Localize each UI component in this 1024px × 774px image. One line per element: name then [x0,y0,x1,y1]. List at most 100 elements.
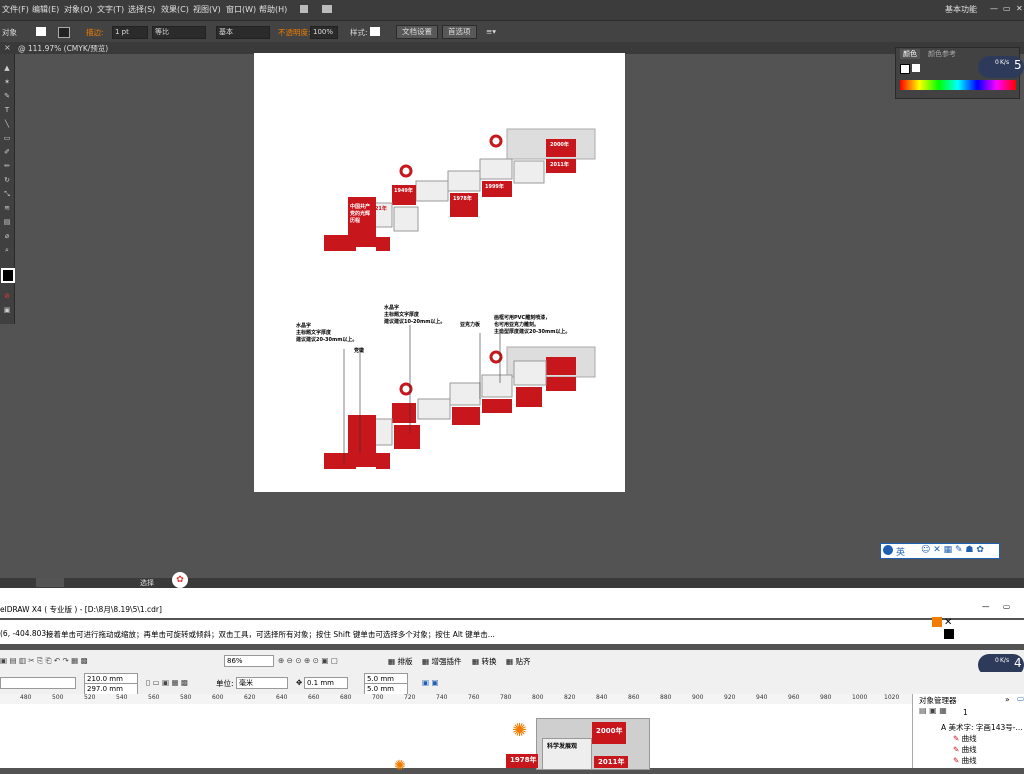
ime-logo-icon[interactable] [883,545,893,555]
zoom-level-field[interactable]: 86% [224,655,274,667]
pen-tool-icon[interactable]: ✎ [2,92,12,100]
snap-button[interactable]: ▦ 贴齐 [506,656,530,667]
year-label-1949: 1949年 [394,188,413,194]
line-tool-icon[interactable]: ╲ [2,120,12,128]
ruler-tick: 920 [724,694,736,701]
ime-tools-icons[interactable]: ☺ ✕ ▦ ✎ ☗ ✿ [921,545,984,555]
ruler-tick: 740 [436,694,448,701]
warp-tool-icon[interactable]: ≋ [2,204,12,212]
color-panel-tab[interactable]: 颜色 [900,49,920,59]
type-tool-icon[interactable]: T [2,106,12,114]
ruler-tick: 580 [180,694,192,701]
fill-swatch[interactable] [36,27,46,36]
brush-tool-icon[interactable]: ✐ [2,148,12,156]
orientation-icons[interactable]: ▯ ▭ ▣ ▦ ▩ [146,678,188,687]
rectangle-tool-icon[interactable]: ▭ [2,134,12,142]
design-title: 中国共产党的光辉历程 [350,204,371,224]
menu-type[interactable]: 文字(T) [97,4,124,15]
eyedropper-tool-icon[interactable]: ⌀ [2,232,12,240]
object-manager-tools[interactable]: ▤ ▣ ▦ [919,706,961,716]
style-swatch[interactable] [370,27,380,36]
coreldraw-hint-bar: (6, -404.803) 接着单击可进行拖动或缩放；再单击可旋转或倾斜；双击工… [0,617,1024,644]
artboard-nav[interactable] [36,578,64,587]
stroke-color-icon[interactable] [912,64,920,72]
panel-expand-icon[interactable]: » [1005,695,1010,704]
selection-tool-icon[interactable]: ▲ [2,64,12,72]
pencil-tool-icon[interactable]: ✏ [2,162,12,170]
menu-effect[interactable]: 效果(C) [161,4,189,15]
scale-tool-icon[interactable]: ⤡ [2,190,12,198]
ruler-tick: 760 [468,694,480,701]
document-tab[interactable]: @ 111.97% (CMYK/预览) [18,43,108,54]
rotate-tool-icon[interactable]: ↻ [2,176,12,184]
unit-select[interactable]: 毫米 [236,677,288,689]
arrange-docs-icon[interactable] [322,5,332,13]
menu-object[interactable]: 对象(O) [64,4,93,15]
object-item-curve-3[interactable]: ✎ 曲线 [953,755,977,766]
annotation-crystal-1: 水晶字 主标题文字厚度 建议建议20-30mm以上。 [296,323,358,343]
coreldraw-canvas[interactable]: 2000年 2011年 科学发展观 1978年 ✺ ✺ [0,704,912,774]
cd-restore-icon[interactable]: ▭ [1003,602,1010,611]
menu-edit[interactable]: 编辑(E) [32,4,59,15]
standard-tool-icons[interactable]: ▣ ▤ ▥ ✂ ⎘ ⎗ ↶ ↷ ▦ ▩ [0,656,88,666]
object-item-curve-1[interactable]: ✎ 曲线 [953,733,977,744]
fill-stroke-icon[interactable] [1,268,15,283]
none-color-icon[interactable]: ⊘ [2,292,12,300]
paper-type-select[interactable] [0,677,76,689]
stroke-weight-field[interactable]: 1 pt [112,26,148,39]
stroke-swatch[interactable] [58,27,70,38]
flag-panel-bottom [324,453,356,469]
ruler-tick: 620 [244,694,256,701]
coreldraw-window-title: elDRAW X4 ( 专业版 ) - [D:\8月\8.19\5\1.cdr] [0,605,162,614]
object-item-artistic-text[interactable]: A 美术字: 字画143号-... [941,722,1023,733]
restore-icon[interactable]: ▭ [1003,4,1011,13]
object-item-curve-2[interactable]: ✎ 曲线 [953,744,977,755]
speed-unit-top: K/s [1000,59,1010,66]
artboard: 2000年 2011年 1999年 1978年 1949年 1921年 中国共产… [254,53,625,492]
small-panel-bottom [376,453,390,469]
cd-minimize-icon[interactable]: — [982,602,990,611]
magic-wand-icon[interactable]: ✶ [2,78,12,86]
zoom-tool-icon[interactable]: ⌕ [2,246,12,254]
menu-select[interactable]: 选择(S) [128,4,155,15]
gradient-tool-icon[interactable]: ▤ [2,218,12,226]
cd-year-2011: 2011年 [598,758,625,766]
layout-button[interactable]: ▦ 排版 [388,656,412,667]
status-label: 选择 [140,579,154,587]
preferences-button[interactable]: 首选项 [442,25,477,39]
minimize-icon[interactable]: — [990,4,998,13]
variable-width-profile[interactable]: 等比 [152,26,206,39]
nudge-distance-field[interactable]: 0.1 mm [304,677,348,689]
convert-button[interactable]: ▦ 转换 [472,656,496,667]
opacity-field[interactable]: 100% [310,26,338,39]
bridge-icon[interactable] [300,5,308,13]
ime-language[interactable]: 英 [896,545,905,558]
fill-color-icon[interactable] [900,64,910,74]
opacity-label[interactable]: 不透明度: [278,27,311,38]
panel-side-tab-icon[interactable]: ▭ [1017,694,1024,703]
menu-view[interactable]: 视图(V) [193,4,221,15]
menu-window[interactable]: 窗口(W) [226,4,256,15]
screen-mode-icon[interactable]: ▣ [2,306,12,314]
arrange-icon[interactable]: ≡▾ [486,27,496,36]
ruler-tick: 800 [532,694,544,701]
brush-definition[interactable]: 基本 [216,26,270,39]
menu-help[interactable]: 帮助(H) [259,4,287,15]
tab-close-icon[interactable]: × [4,43,14,52]
ime-toolbar[interactable]: 英 ☺ ✕ ▦ ✎ ☗ ✿ [880,543,1000,559]
workspace-switcher[interactable]: 基本功能 [945,4,977,15]
document-setup-button[interactable]: 文档设置 [396,25,438,39]
ruler-tick: 1000 [852,694,868,701]
color-guide-tab[interactable]: 颜色参考 [928,49,956,59]
speed-badge-top: 0 K/s 5 [978,56,1024,78]
menu-file[interactable]: 文件(F) [2,4,29,15]
year-panel-2000-b [546,357,576,375]
close-icon[interactable]: ✕ [1016,4,1023,13]
stroke-label[interactable]: 描边: [86,27,104,38]
zoom-tool-icons[interactable]: ⊕ ⊖ ⊙ ⊕ ⊙ ▣ ▢ [278,656,338,665]
photo-panel-3 [447,170,481,192]
page-indicator: 1 [963,708,968,717]
enhance-plugin-button[interactable]: ▦ 增强插件 [422,656,461,667]
units-toggle-icons[interactable]: ▣ ▣ [422,678,439,687]
color-spectrum[interactable] [900,80,1016,90]
